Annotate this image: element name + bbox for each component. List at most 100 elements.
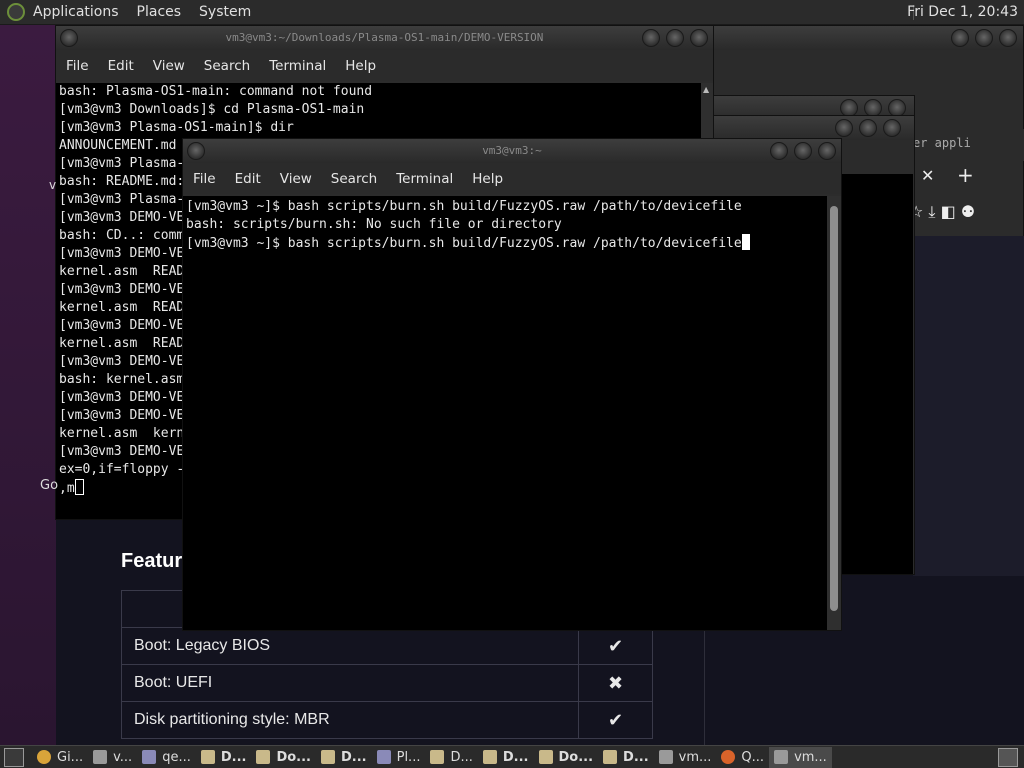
window-titlebar[interactable]: vm3@vm3:~ (183, 139, 841, 163)
terminal-line: [vm3@vm3 ~]$ bash scripts/burn.sh build/… (186, 199, 742, 214)
taskbar-item-label: qe... (162, 749, 191, 765)
menu-edit[interactable]: Edit (235, 171, 261, 187)
places-menu[interactable]: Places (137, 4, 182, 20)
maximize-button[interactable] (859, 119, 877, 137)
taskbar-item[interactable]: D... (478, 747, 534, 768)
terminal-window-home[interactable]: vm3@vm3:~ File Edit View Search Terminal… (182, 138, 842, 631)
table-row: Boot: Legacy BIOS ✔ (121, 627, 653, 665)
menu-search[interactable]: Search (331, 171, 377, 187)
qemu-icon (376, 750, 391, 764)
menu-file[interactable]: File (193, 171, 216, 187)
minimize-button[interactable] (770, 142, 788, 160)
close-button[interactable] (690, 29, 708, 47)
maximize-button[interactable] (975, 29, 993, 47)
features-heading: Featur (121, 550, 183, 572)
folder-icon (603, 750, 618, 764)
menu-file[interactable]: File (66, 58, 89, 74)
taskbar-item[interactable]: vm... (769, 746, 832, 768)
terminal-output[interactable]: [vm3@vm3 ~]$ bash scripts/burn.sh build/… (183, 196, 827, 630)
taskbar-item-label: D... (502, 749, 529, 765)
clock[interactable]: Fri Dec 1, 20:43 (907, 4, 1018, 20)
taskbar-item[interactable]: Do... (534, 747, 599, 768)
menu-terminal[interactable]: Terminal (269, 58, 326, 74)
browser-body (913, 236, 1024, 576)
text-cursor (74, 479, 84, 495)
browser-tab-title[interactable]: er appli (913, 136, 971, 150)
scroll-up-icon[interactable]: ▲ (703, 85, 709, 94)
terminal-menubar: File Edit View Search Terminal Help (56, 50, 713, 81)
terminal-line: [vm3@vm3 Downloads]$ cd Plasma-OS1-main (59, 102, 365, 117)
taskbar-item[interactable]: qe... (137, 747, 196, 768)
taskbar-item[interactable]: Do... (251, 747, 316, 768)
close-tab-icon[interactable]: ✕ (921, 166, 934, 185)
browser-toolbar-icons[interactable]: ☆ ⤓ ◧ ⚉ (909, 202, 975, 222)
menu-help[interactable]: Help (472, 171, 503, 187)
taskbar-item-label: vm... (794, 749, 827, 765)
background-text-v: v (49, 178, 57, 192)
taskbar-item[interactable]: D... (316, 747, 372, 768)
minimize-button[interactable] (951, 29, 969, 47)
task-list: Gi... v... qe... D... Do... D... Pl... D... D...… (32, 746, 832, 768)
minimize-button[interactable] (835, 119, 853, 137)
feature-label: Boot: Legacy BIOS (121, 627, 579, 665)
terminal-line: bash: Plasma-OS1-main: command not found (59, 84, 373, 99)
system-menu[interactable]: System (199, 4, 251, 20)
menu-search[interactable]: Search (204, 58, 250, 74)
taskbar-item[interactable]: D... (598, 747, 654, 768)
scrollbar-thumb[interactable] (830, 206, 838, 611)
maximize-button[interactable] (794, 142, 812, 160)
terminal-menubar: File Edit View Search Terminal Help (183, 163, 841, 194)
window-titlebar[interactable] (701, 26, 1023, 50)
distro-logo-icon[interactable] (7, 3, 25, 21)
menu-view[interactable]: View (153, 58, 185, 74)
folder-icon (482, 750, 497, 764)
taskbar-item[interactable]: D... (425, 747, 477, 768)
terminal-icon (658, 750, 673, 764)
desktop-left-strip (0, 25, 56, 745)
menu-terminal[interactable]: Terminal (396, 171, 453, 187)
cross-mark-icon: ✖ (578, 664, 653, 702)
terminal-line: [vm3@vm3 Plasma-OS1-main]$ dir (59, 120, 294, 135)
text-cursor (741, 234, 750, 250)
new-tab-icon[interactable]: + (957, 163, 974, 187)
taskbar-item-label: Do... (558, 749, 594, 765)
menu-view[interactable]: View (280, 171, 312, 187)
top-panel: Applications Places System Fri Dec 1, 20… (0, 0, 1024, 25)
taskbar-item[interactable]: Pl... (372, 747, 426, 768)
maximize-button[interactable] (666, 29, 684, 47)
taskbar-item[interactable]: Gi... (32, 747, 88, 768)
close-button[interactable] (883, 119, 901, 137)
check-mark-icon: ✔ (578, 701, 653, 739)
window-title: vm3@vm3:~/Downloads/Plasma-OS1-main/DEMO… (225, 31, 544, 44)
taskbar-item[interactable]: vm... (654, 747, 717, 768)
chrome-icon (37, 750, 51, 764)
taskbar-item-label: vm... (678, 749, 712, 765)
applications-menu[interactable]: Applications (33, 4, 119, 20)
taskbar-item[interactable]: v... (88, 747, 137, 768)
taskbar-item[interactable]: Q... (716, 747, 769, 768)
taskbar-item-label: v... (113, 749, 133, 765)
show-desktop-icon[interactable] (4, 747, 24, 767)
folder-icon (538, 750, 553, 764)
background-text-go: Go (40, 478, 59, 493)
check-mark-icon: ✔ (578, 627, 653, 665)
taskbar-item-label: Q... (741, 749, 765, 765)
window-content (841, 174, 913, 574)
menu-help[interactable]: Help (345, 58, 376, 74)
minimize-button[interactable] (642, 29, 660, 47)
terminal-line: bash: scripts/burn.sh: No such file or d… (186, 217, 562, 232)
taskbar-item[interactable]: D... (196, 747, 252, 768)
taskbar-item-label: Gi... (57, 749, 84, 765)
workspace-switcher-icon[interactable] (998, 747, 1018, 767)
feature-label: Boot: UEFI (121, 664, 579, 702)
window-title: vm3@vm3:~ (482, 144, 542, 157)
table-row: Boot: UEFI ✖ (121, 664, 653, 702)
close-button[interactable] (818, 142, 836, 160)
menu-edit[interactable]: Edit (108, 58, 134, 74)
window-titlebar[interactable] (711, 116, 914, 140)
taskbar-item-label: Pl... (396, 749, 421, 765)
window-titlebar[interactable]: vm3@vm3:~/Downloads/Plasma-OS1-main/DEMO… (56, 26, 713, 50)
close-button[interactable] (999, 29, 1017, 47)
taskbar-item-label: D... (450, 749, 473, 765)
terminal-scrollbar[interactable] (827, 196, 841, 630)
